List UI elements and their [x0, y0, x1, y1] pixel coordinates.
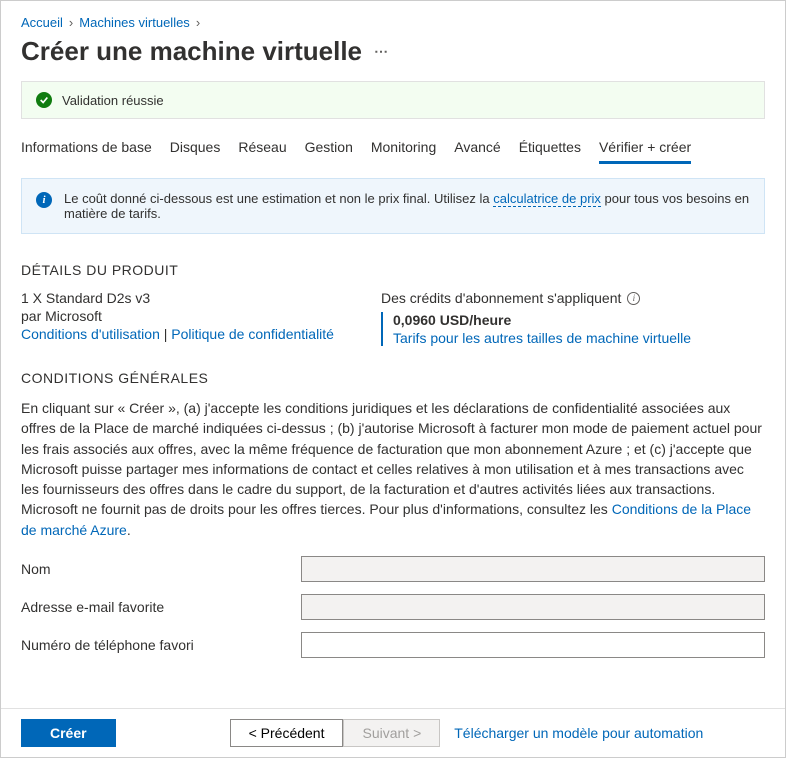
name-label: Nom [21, 561, 301, 577]
email-field[interactable] [301, 594, 765, 620]
price-box: 0,0960 USD/heure Tarifs pour les autres … [381, 312, 765, 346]
previous-button[interactable]: < Précédent [230, 719, 344, 747]
page-title-text: Créer une machine virtuelle [21, 36, 362, 67]
info-icon: i [36, 192, 52, 208]
privacy-policy-link[interactable]: Politique de confidentialité [171, 326, 334, 342]
tab-management[interactable]: Gestion [305, 133, 353, 164]
tab-tags[interactable]: Étiquettes [519, 133, 581, 164]
product-publisher: par Microsoft [21, 308, 341, 324]
tab-monitoring[interactable]: Monitoring [371, 133, 436, 164]
breadcrumb: Accueil › Machines virtuelles › [21, 15, 765, 30]
terms-heading: CONDITIONS GÉNÉRALES [21, 370, 765, 386]
tab-basics[interactable]: Informations de base [21, 133, 152, 164]
validation-banner: Validation réussie [21, 81, 765, 119]
tab-review[interactable]: Vérifier + créer [599, 133, 691, 164]
cost-infobox: i Le coût donné ci-dessous est une estim… [21, 178, 765, 234]
pricing-calculator-link[interactable]: calculatrice de prix [493, 191, 601, 207]
footer: Créer < Précédent Suivant > Télécharger … [1, 708, 785, 757]
check-circle-icon [36, 92, 52, 108]
tab-network[interactable]: Réseau [238, 133, 286, 164]
name-field[interactable] [301, 556, 765, 582]
other-sizes-pricing-link[interactable]: Tarifs pour les autres tailles de machin… [393, 330, 691, 346]
price-value: 0,0960 USD/heure [393, 312, 765, 328]
email-label: Adresse e-mail favorite [21, 599, 301, 615]
more-icon[interactable]: ⋯ [374, 43, 390, 60]
credits-text: Des crédits d'abonnement s'appliquent [381, 290, 621, 306]
chevron-right-icon: › [196, 15, 200, 30]
page-title: Créer une machine virtuelle ⋯ [21, 36, 765, 67]
terms-of-use-link[interactable]: Conditions d'utilisation [21, 326, 160, 342]
phone-field[interactable] [301, 632, 765, 658]
info-outline-icon[interactable]: i [627, 292, 640, 305]
next-button: Suivant > [343, 719, 440, 747]
terms-body: En cliquant sur « Créer », (a) j'accepte… [21, 398, 765, 540]
chevron-right-icon: › [69, 15, 73, 30]
tab-advanced[interactable]: Avancé [454, 133, 500, 164]
breadcrumb-home[interactable]: Accueil [21, 15, 63, 30]
product-sku: 1 X Standard D2s v3 [21, 290, 341, 306]
product-details: 1 X Standard D2s v3 par Microsoft Condit… [21, 290, 765, 346]
phone-label: Numéro de téléphone favori [21, 637, 301, 653]
create-button[interactable]: Créer [21, 719, 116, 747]
product-details-heading: DÉTAILS DU PRODUIT [21, 262, 765, 278]
cost-infobox-text: Le coût donné ci-dessous est une estimat… [64, 191, 750, 221]
download-template-link[interactable]: Télécharger un modèle pour automation [454, 725, 703, 741]
tabs: Informations de base Disques Réseau Gest… [21, 133, 765, 164]
validation-text: Validation réussie [62, 93, 164, 108]
breadcrumb-vms[interactable]: Machines virtuelles [79, 15, 190, 30]
tab-disks[interactable]: Disques [170, 133, 221, 164]
